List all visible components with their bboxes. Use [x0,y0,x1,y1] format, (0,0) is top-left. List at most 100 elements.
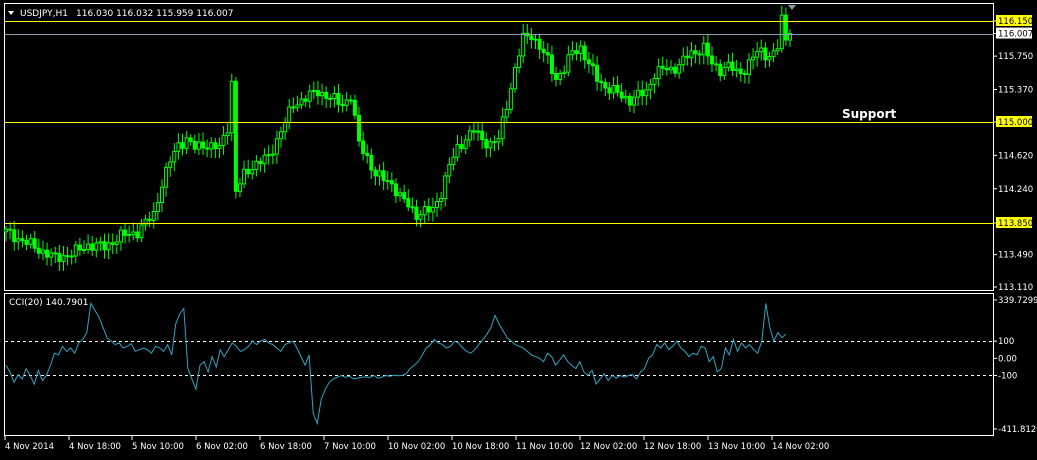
candle-body [24,240,29,245]
candle-body [110,242,115,245]
candle-body [205,147,210,150]
candle-body [697,53,702,56]
candle-body [295,104,300,108]
time-tick-label: 11 Nov 10:00 [516,442,573,452]
candle-body [767,56,772,61]
candle-body [656,65,661,79]
candle-body [615,84,620,93]
candle-body [755,51,760,58]
candle-body [237,183,242,192]
candle-body [558,72,563,80]
candle-body [320,91,325,97]
candle-body [677,64,682,74]
candle-body [545,52,550,56]
candle-body [45,249,50,258]
candle-body [763,47,768,61]
candle-body [710,55,715,65]
time-tick-label: 6 Nov 18:00 [260,442,312,452]
candle-body [229,80,234,134]
candle-body [582,45,587,61]
time-tick-label: 5 Nov 10:00 [132,442,184,452]
candle-body [566,54,571,73]
candle-body [504,108,509,118]
candle-body [332,93,337,100]
candle-body [644,89,649,97]
cci-tick-label: -100 [998,371,1017,381]
candle-body [693,50,698,55]
candle-body [250,168,255,175]
price-tick-label: 116.007 [998,30,1033,40]
candle-body [689,50,694,59]
candle-body [414,206,419,220]
candle-body [537,38,542,50]
candle-body [434,200,439,208]
candle-body [426,206,431,213]
candle-body [738,68,743,74]
candle-body [652,77,657,85]
candle-body [640,89,645,97]
candle-body [517,55,522,68]
candle-body [418,214,423,220]
symbol-label: USDJPY,H1 [20,9,68,19]
candle-body [467,130,472,141]
candle-body [114,241,119,245]
candle-body [783,14,788,41]
candle-body [599,80,604,84]
candle-body [451,156,456,166]
candle-body [595,65,600,82]
candle-body [98,241,103,244]
time-tick-label: 12 Nov 18:00 [644,442,701,452]
candle-body [673,66,678,74]
candle-body [287,106,292,123]
candle-body [233,80,238,192]
candle-body [168,161,173,168]
candle-body [742,72,747,75]
candle-body [151,211,156,221]
candle-body [385,180,390,183]
support-annotation: Support [842,107,897,121]
candle-body [623,95,628,99]
candle-body [488,141,493,149]
candle-body [369,154,374,171]
candle-body [184,137,189,149]
candle-body [570,50,575,56]
candle-body [611,84,616,94]
price-tick-label: 114.240 [998,185,1033,195]
time-tick-label: 4 Nov 2014 [5,442,54,452]
time-tick-label: 12 Nov 02:00 [580,442,637,452]
candle-body [77,244,82,251]
candle-body [180,142,185,149]
candle-body [549,54,554,75]
candle-body [627,95,632,106]
candle-body [402,192,407,200]
candle-body [53,252,58,255]
candle-body [176,142,181,152]
ohlc-label: 116.030 116.032 115.959 116.007 [76,9,233,19]
candle-body [262,154,267,165]
candle-body [147,218,152,221]
candle-body [192,140,197,150]
candle-body [225,132,230,137]
price-tick-label: 113.490 [998,251,1033,261]
candle-body [447,164,452,177]
candle-body [574,50,579,55]
candle-body [722,66,727,77]
chart-window: 116.150 116.007 115.750 115.370 115.000 114.6… [0,0,1037,456]
candle-body [209,142,214,150]
time-tick-label: 6 Nov 02:00 [196,442,248,452]
candle-body [8,228,13,231]
candle-body [439,197,444,202]
candle-body [352,99,357,116]
time-tick-label: 10 Nov 18:00 [452,442,509,452]
candle-body [500,116,505,140]
candle-body [196,141,201,150]
candle-body [562,71,567,74]
candle-body [664,67,669,71]
candle-body [69,255,74,258]
candle-body [254,160,259,170]
candle-body [266,154,271,157]
candle-body [299,98,304,106]
candle-body [730,61,735,71]
price-tick-label: 114.620 [998,151,1033,161]
price-tick-label: 113.110 [998,283,1033,293]
